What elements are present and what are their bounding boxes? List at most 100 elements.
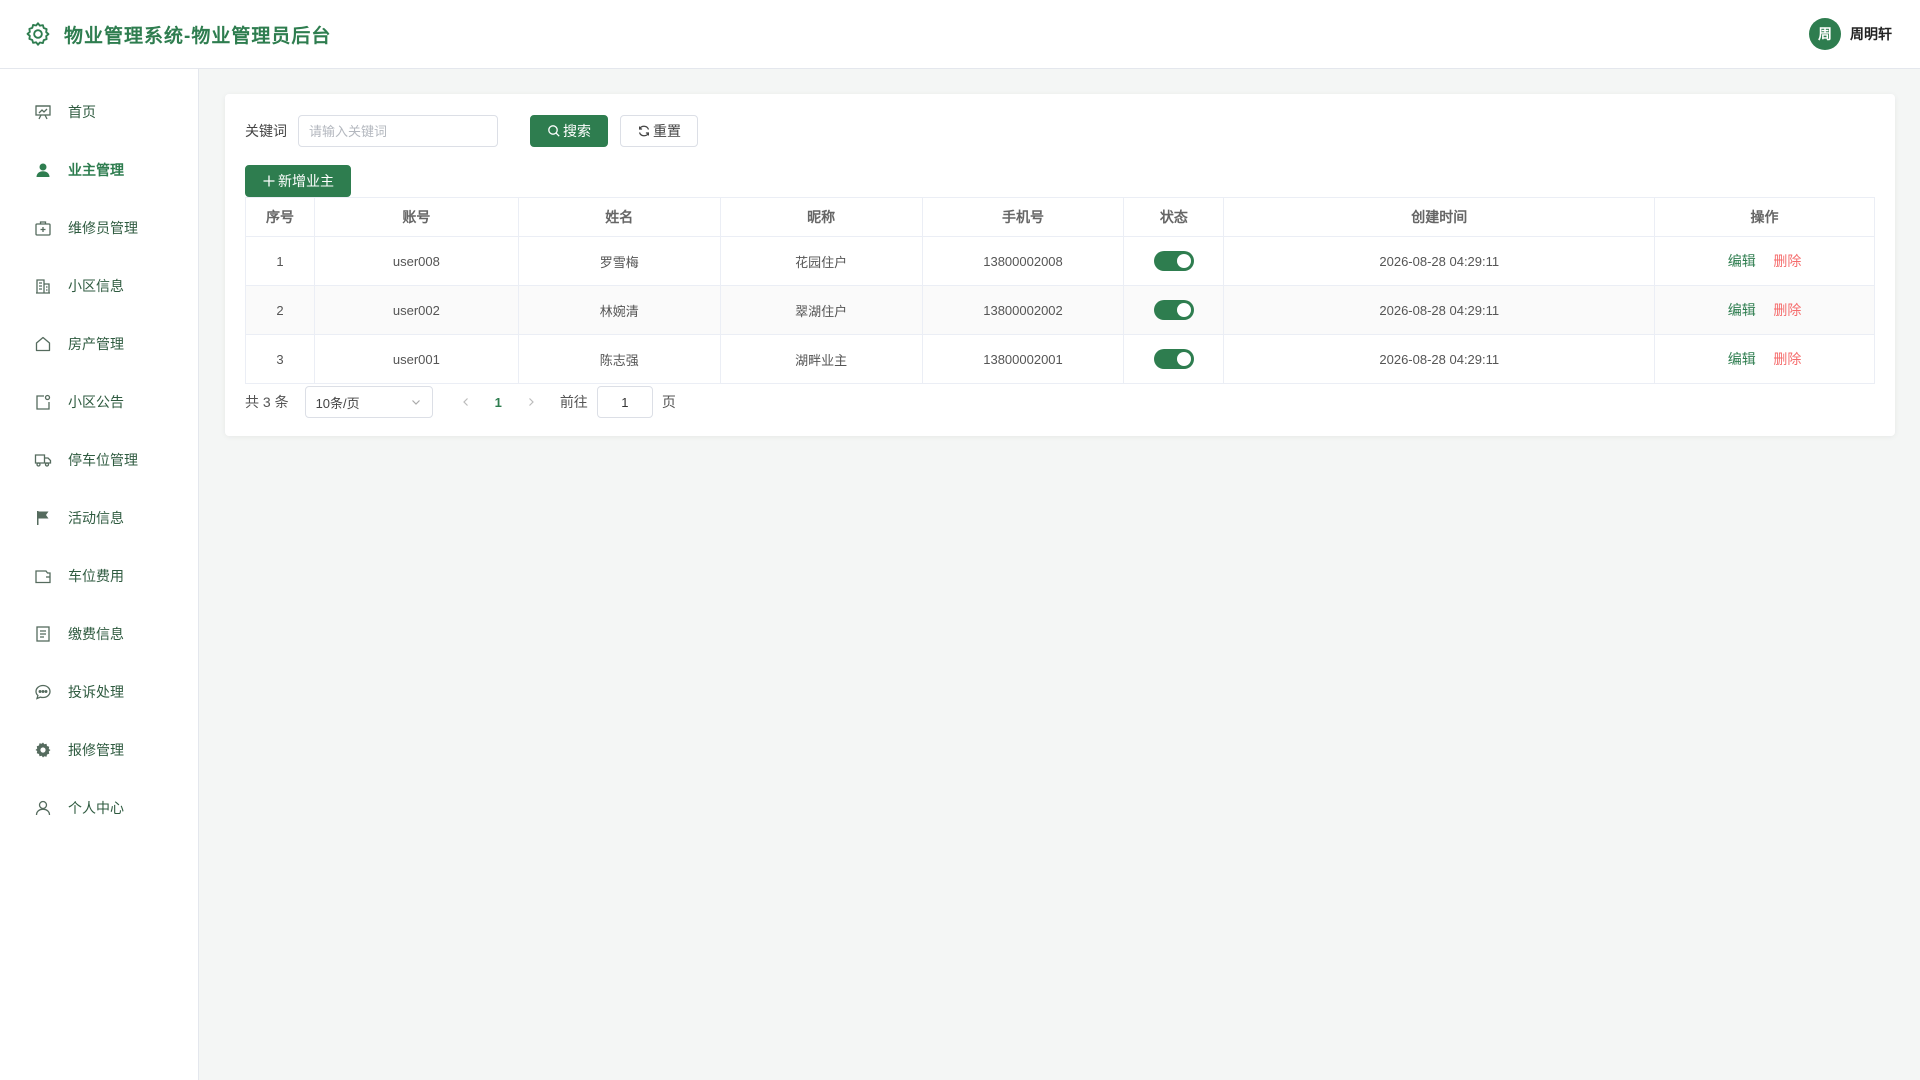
dashboard-icon [34, 103, 52, 121]
column-header: 状态 [1123, 197, 1225, 237]
table-header-row: 序号 账号 姓名 昵称 手机号 状态 创建时间 操作 [245, 197, 1875, 237]
sidebar-item-profile[interactable]: 个人中心 [0, 779, 198, 837]
sidebar: 首页 业主管理 维修员管理 小区信息 房产管理 小区公告 停车位管理 活动信息 … [0, 69, 199, 1080]
column-header: 姓名 [517, 197, 721, 237]
sidebar-item-repairmen[interactable]: 维修员管理 [0, 199, 198, 257]
owner-table: 序号 账号 姓名 昵称 手机号 状态 创建时间 操作 1 user008 罗雪梅… [245, 197, 1875, 384]
cell-index: 3 [245, 334, 315, 384]
notice-icon [34, 393, 52, 411]
status-toggle[interactable] [1153, 300, 1194, 320]
top-header: 物业管理系统-物业管理员后台 周 周明轩 [0, 0, 1920, 69]
cell-nickname: 湖畔业主 [719, 334, 923, 384]
sidebar-item-label: 报修管理 [68, 742, 124, 758]
cell-status [1123, 236, 1225, 286]
house-icon [34, 335, 52, 353]
cell-actions: 编辑 删除 [1654, 236, 1875, 286]
table-row: 3 user001 陈志强 湖畔业主 13800002001 2026-08-2… [245, 334, 1875, 384]
gear-icon [34, 741, 52, 759]
page-size-value: 10条/页 [315, 395, 360, 411]
sidebar-item-home[interactable]: 首页 [0, 83, 198, 141]
keyword-input[interactable] [298, 115, 498, 147]
goto-page-input[interactable] [596, 386, 653, 418]
cell-nickname: 翠湖住户 [719, 285, 923, 335]
cell-phone: 13800002001 [921, 334, 1125, 384]
delete-button[interactable]: 删除 [1773, 302, 1801, 318]
search-button-label: 搜索 [563, 123, 591, 139]
sidebar-item-label: 小区公告 [68, 394, 124, 410]
cell-name: 林婉清 [517, 285, 721, 335]
sidebar-item-label: 小区信息 [68, 278, 124, 294]
van-icon [34, 451, 52, 469]
toggle-knob [1176, 352, 1191, 366]
cell-status [1123, 285, 1225, 335]
column-header: 昵称 [719, 197, 923, 237]
reset-button-label: 重置 [653, 123, 681, 139]
user-filled-icon [34, 161, 52, 179]
status-toggle[interactable] [1153, 251, 1194, 271]
reset-button[interactable]: 重置 [620, 115, 698, 147]
column-header: 创建时间 [1223, 197, 1656, 237]
sidebar-item-parking[interactable]: 停车位管理 [0, 431, 198, 489]
edit-button[interactable]: 编辑 [1728, 302, 1756, 318]
chevron-left-icon[interactable] [459, 395, 473, 409]
sidebar-item-repair[interactable]: 报修管理 [0, 721, 198, 779]
search-icon [548, 125, 560, 137]
page-number[interactable]: 1 [495, 395, 502, 410]
office-building-icon [34, 277, 52, 295]
column-header: 手机号 [921, 197, 1125, 237]
sidebar-item-community[interactable]: 小区信息 [0, 257, 198, 315]
main-card: 关键词 搜索 重置 新增业主 序号 账号 姓名 昵称 手机号 状态 [225, 94, 1895, 436]
chevron-right-icon[interactable] [524, 395, 538, 409]
cell-account: user002 [313, 285, 519, 335]
cell-index: 2 [245, 285, 315, 335]
sidebar-item-label: 车位费用 [68, 568, 124, 584]
column-header: 序号 [245, 197, 315, 237]
sidebar-item-complaint[interactable]: 投诉处理 [0, 663, 198, 721]
document-icon [34, 625, 52, 643]
status-toggle[interactable] [1153, 349, 1194, 369]
edit-button[interactable]: 编辑 [1728, 253, 1756, 269]
keyword-label: 关键词 [245, 123, 287, 139]
sidebar-item-label: 投诉处理 [68, 684, 124, 700]
sidebar-item-payment[interactable]: 缴费信息 [0, 605, 198, 663]
sidebar-item-owners[interactable]: 业主管理 [0, 141, 198, 199]
cell-name: 陈志强 [517, 334, 721, 384]
delete-button[interactable]: 删除 [1773, 351, 1801, 367]
cell-phone: 13800002008 [921, 236, 1125, 286]
cell-created: 2026-08-28 04:29:11 [1223, 334, 1656, 384]
add-owner-button[interactable]: 新增业主 [245, 165, 351, 197]
add-owner-label: 新增业主 [278, 173, 334, 189]
edit-button[interactable]: 编辑 [1728, 351, 1756, 367]
sidebar-item-label: 首页 [68, 104, 96, 120]
search-bar: 关键词 搜索 重置 [245, 115, 1875, 147]
sidebar-item-label: 业主管理 [68, 162, 124, 178]
refresh-icon [638, 125, 650, 137]
goto-label: 前往 [559, 394, 588, 410]
user-menu[interactable]: 周 周明轩 [1809, 18, 1892, 50]
sidebar-item-label: 活动信息 [68, 510, 124, 526]
cell-status [1123, 334, 1225, 384]
cell-account: user008 [313, 236, 519, 286]
user-name[interactable]: 周明轩 [1850, 24, 1892, 44]
app-title: 物业管理系统-物业管理员后台 [64, 25, 332, 47]
sidebar-item-label: 房产管理 [68, 336, 124, 352]
search-button[interactable]: 搜索 [530, 115, 608, 147]
sidebar-item-activity[interactable]: 活动信息 [0, 489, 198, 547]
sidebar-item-notice[interactable]: 小区公告 [0, 373, 198, 431]
delete-button[interactable]: 删除 [1773, 253, 1801, 269]
cell-account: user001 [313, 334, 519, 384]
sidebar-item-parking-fee[interactable]: 车位费用 [0, 547, 198, 605]
sidebar-item-label: 缴费信息 [68, 626, 124, 642]
page-size-select[interactable]: 10条/页 [304, 386, 433, 418]
avatar[interactable]: 周 [1809, 18, 1841, 50]
plus-icon [263, 175, 275, 187]
chevron-down-icon [411, 400, 420, 405]
gear-icon [24, 20, 52, 48]
sidebar-item-property[interactable]: 房产管理 [0, 315, 198, 373]
pagination-total: 共 3 条 [245, 394, 289, 410]
first-aid-kit-icon [34, 219, 52, 237]
cell-created: 2026-08-28 04:29:11 [1223, 285, 1656, 335]
toggle-knob [1176, 254, 1191, 268]
pagination: 共 3 条 10条/页 1 前往 页 [245, 386, 1875, 418]
cell-index: 1 [245, 236, 315, 286]
